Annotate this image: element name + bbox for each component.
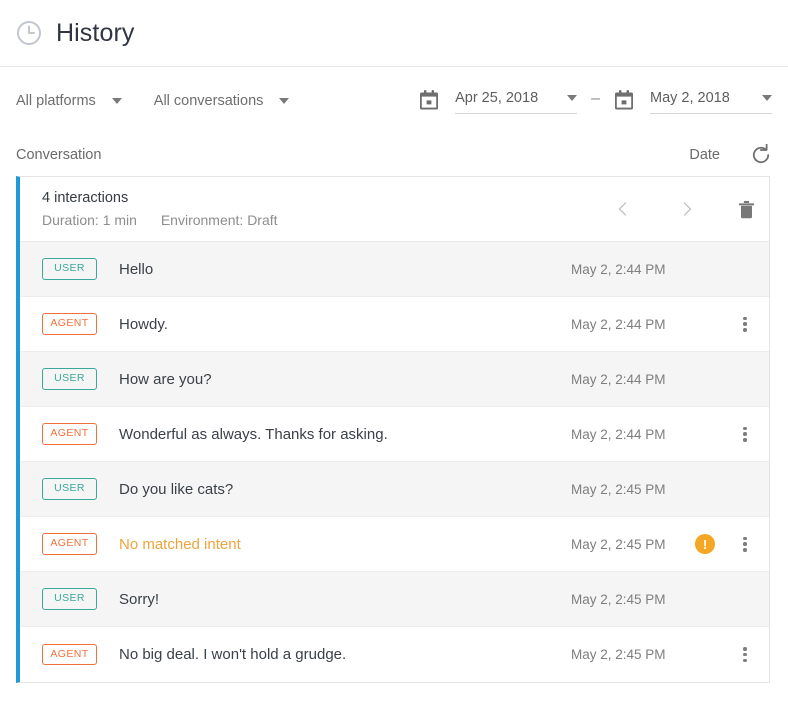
trash-icon[interactable] — [723, 189, 769, 229]
date-range-group: Apr 25, 2018 – May 2, 2018 — [419, 87, 772, 114]
message-timestamp: May 2, 2:44 PM — [571, 317, 689, 332]
conversation-filter-label: All conversations — [154, 93, 264, 109]
start-date-field[interactable]: Apr 25, 2018 — [455, 87, 577, 114]
message-text: Do you like cats? — [119, 481, 571, 498]
warning-icon[interactable]: ! — [695, 534, 715, 554]
conversation-summary-header[interactable]: 4 interactions Duration: 1 min Environme… — [20, 177, 769, 242]
conversation-filter-dropdown[interactable]: All conversations — [154, 93, 290, 109]
start-date-value: Apr 25, 2018 — [455, 90, 538, 106]
message-timestamp: May 2, 2:45 PM — [571, 537, 689, 552]
end-date-picker[interactable]: May 2, 2018 — [614, 87, 772, 114]
message-row[interactable]: USER Do you like cats? May 2, 2:45 PM — [20, 462, 769, 517]
chevron-down-icon — [567, 95, 577, 101]
kebab-menu-icon — [743, 647, 747, 662]
kebab-menu-icon — [743, 537, 747, 552]
calendar-icon[interactable] — [419, 90, 439, 111]
clock-icon — [16, 20, 42, 46]
message-text: No matched intent — [119, 536, 571, 553]
kebab-menu-icon — [743, 427, 747, 442]
end-date-value: May 2, 2018 — [650, 90, 730, 106]
start-date-picker[interactable]: Apr 25, 2018 — [419, 87, 577, 114]
platform-filter-dropdown[interactable]: All platforms — [16, 93, 122, 109]
interaction-count: 4 interactions — [42, 190, 603, 206]
message-text: Sorry! — [119, 591, 571, 608]
date-range-separator: – — [591, 90, 600, 111]
conversation-summary-text: 4 interactions Duration: 1 min Environme… — [42, 190, 603, 228]
message-list: USER Hello May 2, 2:44 PM AGENT Howdy. M… — [20, 242, 769, 682]
message-timestamp: May 2, 2:44 PM — [571, 262, 689, 277]
message-timestamp: May 2, 2:44 PM — [571, 372, 689, 387]
page-title: History — [56, 19, 134, 48]
chevron-down-icon — [112, 98, 122, 104]
message-row[interactable]: USER Hello May 2, 2:44 PM — [20, 242, 769, 297]
message-timestamp: May 2, 2:45 PM — [571, 592, 689, 607]
conversation-actions — [603, 189, 769, 229]
next-conversation-button[interactable] — [667, 189, 707, 229]
message-row[interactable]: USER Sorry! May 2, 2:45 PM — [20, 572, 769, 627]
calendar-icon[interactable] — [614, 90, 634, 111]
message-text: How are you? — [119, 371, 571, 388]
role-badge: AGENT — [42, 423, 97, 445]
message-row[interactable]: USER How are you? May 2, 2:44 PM — [20, 352, 769, 407]
column-header-date[interactable]: Date — [689, 147, 720, 163]
chevron-down-icon — [279, 98, 289, 104]
column-header-conversation: Conversation — [16, 147, 101, 163]
chevron-down-icon — [762, 95, 772, 101]
message-text: Hello — [119, 261, 571, 278]
message-timestamp: May 2, 2:45 PM — [571, 647, 689, 662]
conversation-duration: Duration: 1 min — [42, 212, 137, 228]
role-badge: USER — [42, 588, 97, 610]
page-header: History — [0, 0, 788, 67]
refresh-icon[interactable] — [750, 144, 772, 166]
filter-bar: All platforms All conversations Apr 25, … — [0, 67, 788, 134]
role-badge: USER — [42, 478, 97, 500]
message-timestamp: May 2, 2:44 PM — [571, 427, 689, 442]
conversation-card: 4 interactions Duration: 1 min Environme… — [16, 176, 770, 683]
message-timestamp: May 2, 2:45 PM — [571, 482, 689, 497]
message-row[interactable]: AGENT Howdy. May 2, 2:44 PM — [20, 297, 769, 352]
role-badge: AGENT — [42, 644, 97, 666]
message-text: Howdy. — [119, 316, 571, 333]
message-menu-button[interactable] — [721, 635, 769, 675]
message-text: Wonderful as always. Thanks for asking. — [119, 426, 571, 443]
platform-filter-label: All platforms — [16, 93, 96, 109]
message-menu-button[interactable] — [721, 414, 769, 454]
role-badge: AGENT — [42, 313, 97, 335]
message-menu-button[interactable] — [721, 304, 769, 344]
message-text: No big deal. I won't hold a grudge. — [119, 646, 571, 663]
conversation-meta: Duration: 1 min Environment: Draft — [42, 212, 603, 228]
message-row[interactable]: AGENT Wonderful as always. Thanks for as… — [20, 407, 769, 462]
message-row[interactable]: AGENT No matched intent May 2, 2:45 PM ! — [20, 517, 769, 572]
role-badge: USER — [42, 258, 97, 280]
message-row[interactable]: AGENT No big deal. I won't hold a grudge… — [20, 627, 769, 682]
column-header-right: Date — [689, 144, 772, 166]
message-status: ! — [689, 534, 721, 554]
previous-conversation-button[interactable] — [603, 189, 643, 229]
role-badge: USER — [42, 368, 97, 390]
end-date-field[interactable]: May 2, 2018 — [650, 87, 772, 114]
role-badge: AGENT — [42, 533, 97, 555]
list-column-header: Conversation Date — [0, 134, 788, 176]
conversation-environment: Environment: Draft — [161, 212, 278, 228]
message-menu-button[interactable] — [721, 524, 769, 564]
kebab-menu-icon — [743, 317, 747, 332]
